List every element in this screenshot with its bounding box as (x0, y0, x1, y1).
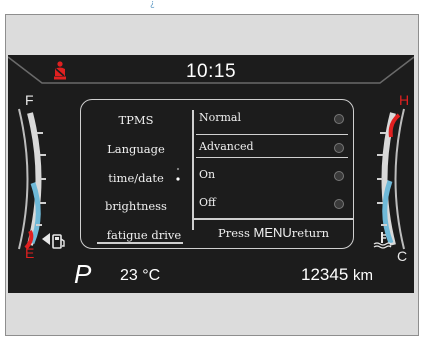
hint-divider (194, 218, 354, 220)
option-advanced[interactable]: Advanced (196, 134, 348, 158)
temperature-cold-label: C (397, 248, 408, 264)
menu-item-fatigue-drive[interactable]: fatigue drive (89, 228, 199, 242)
header-mark: ¿ (150, 0, 155, 9)
option-off-radio[interactable] (334, 199, 344, 209)
menu-item-language[interactable]: Language (81, 142, 191, 156)
option-on-radio[interactable] (334, 171, 344, 181)
fuel-full-label: F (25, 92, 34, 108)
odometer-value: 12345 (301, 265, 349, 284)
top-strip: ¿ (0, 0, 422, 10)
option-off[interactable]: Off (196, 191, 348, 215)
scroll-indicator (176, 167, 180, 181)
option-off-label: Off (199, 196, 216, 209)
return-hint: Press MENUreturn (218, 225, 329, 240)
hint-menu-key: MENU (253, 225, 292, 240)
hint-return: return (291, 226, 330, 240)
hint-press: Press (218, 226, 250, 240)
option-on-label: On (199, 168, 216, 181)
selection-underline (97, 242, 183, 244)
option-normal-label: Normal (199, 111, 242, 124)
odometer: 12345 km (301, 265, 373, 285)
menu-divider (192, 110, 194, 230)
instrument-cluster: 10:15 F E H C TPMS Language time/date br… (8, 55, 414, 293)
clock: 10:15 (185, 61, 237, 82)
gear-indicator: P (74, 259, 92, 289)
menu-item-tpms[interactable]: TPMS (81, 113, 191, 127)
option-on[interactable]: On (196, 163, 348, 187)
outside-temperature: 23 °C (120, 267, 161, 284)
option-advanced-label: Advanced (199, 140, 254, 153)
odometer-unit: km (353, 267, 374, 284)
menu-categories: TPMS Language time/date brightness fatig… (81, 100, 191, 248)
option-advanced-radio[interactable] (334, 143, 344, 153)
option-normal-radio[interactable] (334, 114, 344, 124)
fuel-empty-label: E (25, 245, 35, 261)
menu-item-brightness[interactable]: brightness (81, 199, 191, 213)
menu-item-time-date[interactable]: time/date (81, 171, 191, 185)
settings-menu: TPMS Language time/date brightness fatig… (80, 99, 354, 249)
option-normal[interactable]: Normal (196, 106, 348, 130)
temperature-hot-label: H (399, 92, 410, 108)
coolant-temperature-icon (373, 232, 392, 249)
fuel-pump-icon (52, 234, 65, 249)
